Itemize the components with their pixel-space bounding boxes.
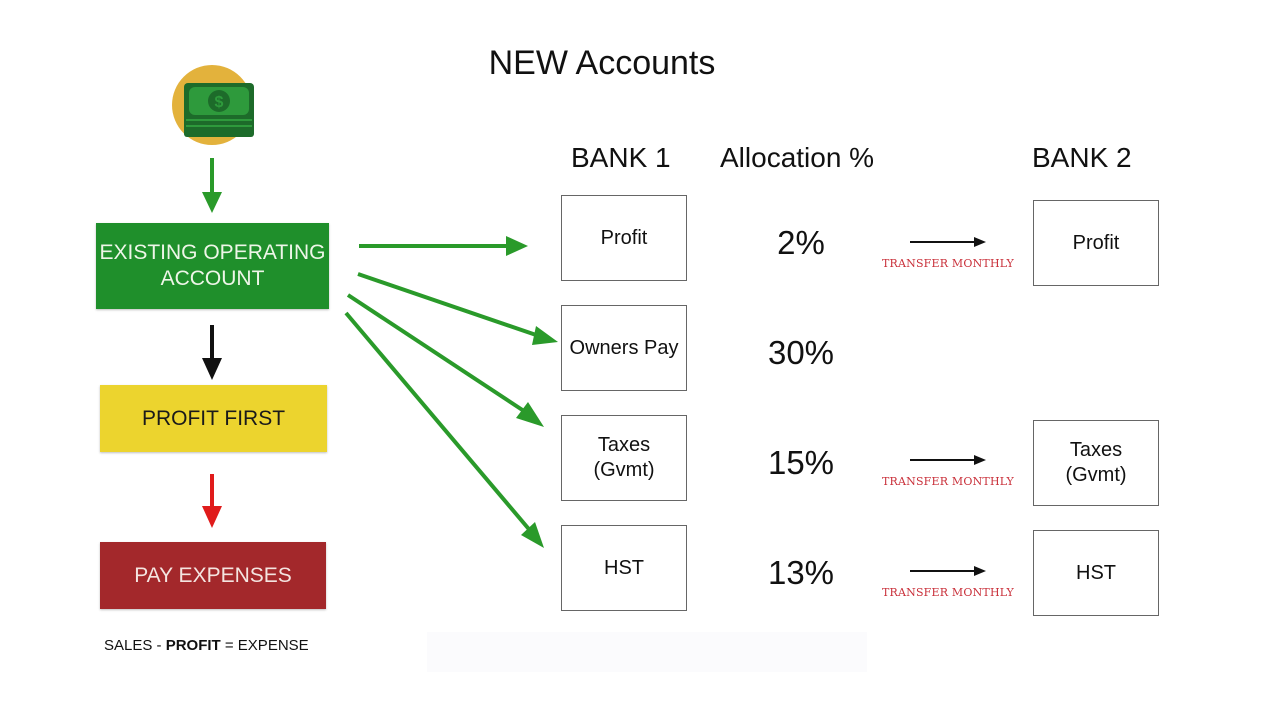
transfer-profit: TRANSFER MONTHLY [878,235,1018,270]
arrow-operating-to-profit-first [202,325,222,380]
allocation-heading: Allocation % [720,142,875,173]
existing-operating-account-box: EXISTING OPERATING ACCOUNT [96,223,329,309]
account-label: HST [1076,561,1116,584]
transfer-label: TRANSFER MONTHLY [881,257,1015,270]
arrow-right-icon [910,237,986,247]
svg-text:$: $ [215,94,224,111]
bank2-profit-account: Profit [1033,200,1159,286]
bank2-taxes-account: Taxes (Gvmt) [1033,420,1159,506]
allocation-taxes: 15% [767,444,835,481]
transfer-hst: TRANSFER MONTHLY [878,564,1018,599]
arrow-money-to-operating [202,158,222,213]
allocation-owners-pay: 30% [767,334,835,371]
account-label: HST [604,556,644,579]
arrow-profit-first-to-expenses [202,474,222,528]
op-line-2: ACCOUNT [160,267,265,290]
transfer-taxes: TRANSFER MONTHLY [878,453,1018,488]
account-label: (Gvmt) [593,459,655,481]
op-line-1: EXISTING OPERATING [99,241,326,264]
arrow-to-profit-account [359,236,528,256]
faint-overlay-region [427,632,867,672]
bank1-hst-account: HST [561,525,687,611]
account-label: Owners Pay [569,336,679,359]
account-label: Profit [1072,231,1120,254]
arrow-to-hst-account [344,311,544,548]
account-label: Taxes [1069,439,1123,461]
arrow-to-owners-pay-account [357,272,558,345]
allocation-profit: 2% [777,224,825,261]
pay-expenses-box: PAY EXPENSES [100,542,326,609]
account-label: (Gvmt) [1065,464,1127,486]
account-label: Taxes [597,434,651,456]
account-label: Profit [600,226,648,249]
bank2-hst-account: HST [1033,530,1159,616]
profit-first-box: PROFIT FIRST [100,385,327,452]
money-icon: $ [172,65,254,145]
allocation-hst: 13% [767,554,835,591]
formula-rest: = EXPENSE [220,637,309,654]
arrow-right-icon [910,455,986,465]
formula-sales: SALES - [104,637,166,654]
arrow-right-icon [910,566,986,576]
transfer-label: TRANSFER MONTHLY [881,586,1015,599]
formula-profit: PROFIT [165,637,221,654]
bank2-heading: BANK 2 [1032,142,1132,173]
bank1-heading: BANK 1 [571,142,671,173]
bank1-owners-pay-account: Owners Pay [561,305,687,391]
arrow-to-taxes-account [346,293,544,427]
bank1-profit-account: Profit [561,195,687,281]
formula-text: SALES - PROFIT = EXPENSE [104,637,309,654]
transfer-label: TRANSFER MONTHLY [881,475,1015,488]
bank1-taxes-account: Taxes (Gvmt) [561,415,687,501]
